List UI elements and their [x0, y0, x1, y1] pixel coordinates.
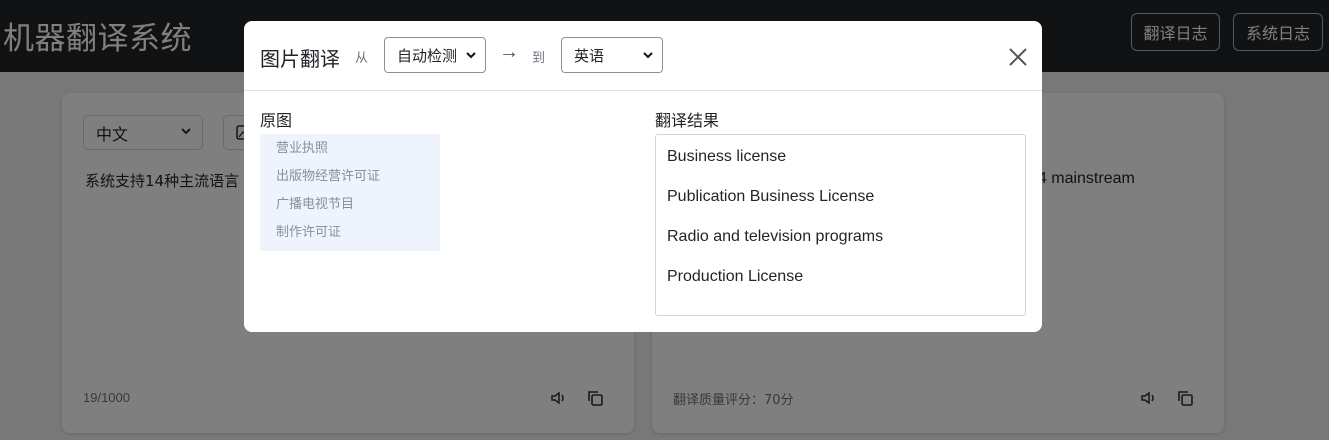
- chevron-down-icon: [466, 52, 476, 59]
- result-text-line: Business license: [667, 148, 787, 165]
- original-image: 营业执照 出版物经营许可证 广播电视节目 制作许可证: [260, 134, 440, 251]
- translation-result-box[interactable]: Business license Publication Business Li…: [655, 134, 1026, 316]
- result-text-line: Publication Business License: [667, 188, 875, 205]
- from-language-value: 自动检测: [397, 46, 458, 65]
- from-label: 从: [355, 51, 369, 66]
- original-image-label: 原图: [260, 111, 293, 130]
- arrow-icon: →: [499, 41, 519, 63]
- translation-result-label: 翻译结果: [655, 111, 720, 130]
- from-language-select[interactable]: 自动检测: [384, 37, 486, 73]
- result-text-line: Production License: [667, 268, 804, 285]
- to-label: 到: [532, 51, 546, 66]
- to-language-value: 英语: [574, 46, 605, 65]
- original-text-line: 广播电视节目: [276, 197, 355, 212]
- chevron-down-icon: [643, 52, 653, 59]
- close-icon[interactable]: [1006, 45, 1030, 69]
- original-text-line: 出版物经营许可证: [276, 169, 381, 184]
- original-text-line: 营业执照: [276, 141, 329, 156]
- modal-header: 图片翻译 从 自动检测 → 到 英语: [244, 21, 1042, 91]
- to-language-select[interactable]: 英语: [561, 37, 663, 73]
- modal-title: 图片翻译: [260, 47, 340, 71]
- image-translate-modal: 图片翻译 从 自动检测 → 到 英语 原图 营业执照 出版物经营许可证 广播电视…: [244, 21, 1042, 332]
- result-text-line: Radio and television programs: [667, 228, 884, 245]
- original-text-line: 制作许可证: [276, 225, 342, 240]
